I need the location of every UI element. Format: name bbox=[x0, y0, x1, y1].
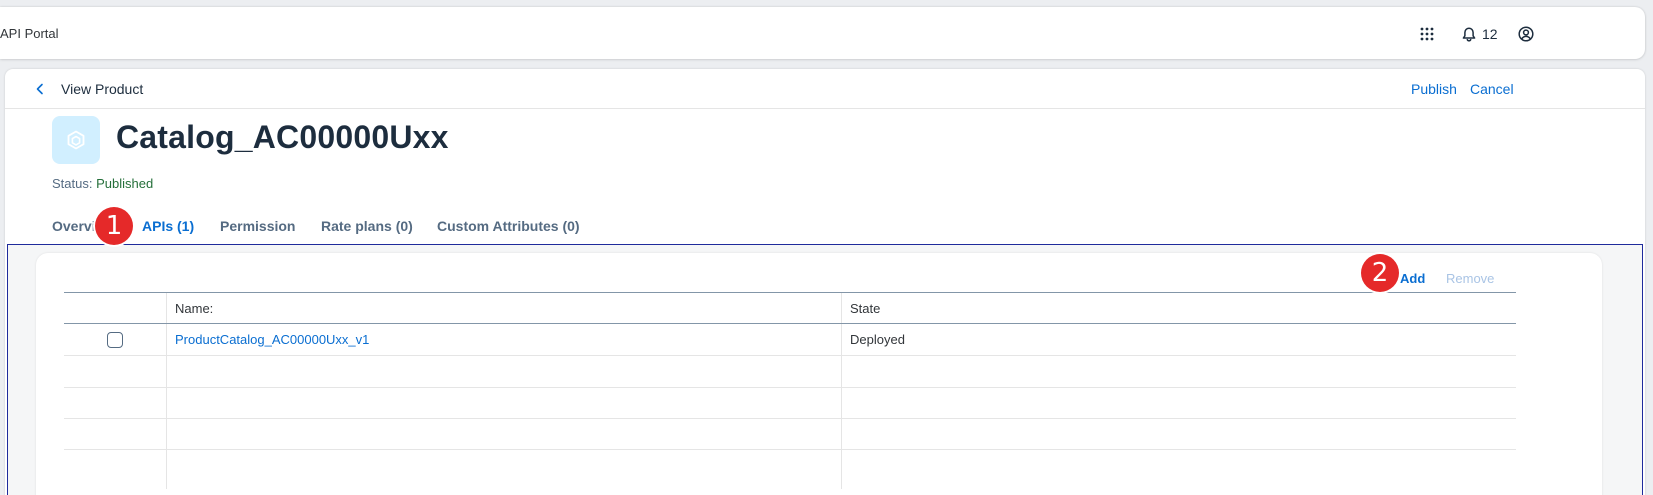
empty-table-row bbox=[64, 418, 1516, 450]
name-cell: ProductCatalog_AC00000Uxx_v1 bbox=[167, 324, 842, 355]
bell-icon bbox=[1462, 26, 1476, 42]
apis-section: Add Remove Name: State ProductCatalog_AC… bbox=[7, 244, 1643, 495]
api-name-link[interactable]: ProductCatalog_AC00000Uxx_v1 bbox=[175, 332, 369, 347]
user-icon bbox=[1518, 26, 1534, 42]
app-title: API Portal bbox=[0, 26, 59, 41]
empty-cell bbox=[167, 387, 842, 418]
table-row[interactable]: ProductCatalog_AC00000Uxx_v1 Deployed bbox=[64, 324, 1516, 356]
status-label: Status: bbox=[52, 176, 93, 191]
empty-cell bbox=[842, 449, 1516, 489]
table-header-row: Name: State bbox=[64, 292, 1516, 324]
row-select-cell bbox=[64, 324, 167, 355]
empty-cell bbox=[64, 418, 167, 449]
remove-button[interactable]: Remove bbox=[1446, 271, 1494, 286]
select-column-header bbox=[64, 293, 167, 323]
empty-cell bbox=[64, 387, 167, 418]
row-checkbox[interactable] bbox=[107, 331, 123, 348]
apis-table-card: Add Remove Name: State ProductCatalog_AC… bbox=[36, 253, 1602, 495]
callout-badge-1: 1 bbox=[95, 207, 133, 245]
empty-table-row bbox=[64, 449, 1516, 489]
status-value: Published bbox=[96, 176, 154, 191]
profile-button[interactable] bbox=[1518, 24, 1534, 44]
column-header-name[interactable]: Name: bbox=[167, 293, 842, 323]
tab-custom-attributes[interactable]: Custom Attributes (0) bbox=[437, 218, 580, 234]
empty-cell bbox=[842, 418, 1516, 449]
tab-rate-plans[interactable]: Rate plans (0) bbox=[321, 218, 413, 234]
chevron-left-icon bbox=[36, 83, 43, 95]
publish-button[interactable]: Publish bbox=[1411, 81, 1457, 97]
cancel-button[interactable]: Cancel bbox=[1470, 81, 1514, 97]
tab-apis[interactable]: APIs (1) bbox=[142, 218, 194, 234]
product-icon bbox=[52, 116, 100, 164]
state-cell: Deployed bbox=[850, 332, 905, 347]
callout-badge-2: 2 bbox=[1361, 254, 1399, 292]
tab-permission[interactable]: Permission bbox=[220, 218, 295, 234]
grid-icon bbox=[1420, 27, 1434, 41]
notifications-button[interactable]: 12 bbox=[1462, 24, 1498, 44]
product-title: Catalog_AC00000Uxx bbox=[116, 119, 449, 155]
back-button[interactable] bbox=[32, 81, 48, 97]
shell-bar: API Portal 12 bbox=[0, 7, 1645, 59]
add-button[interactable]: Add bbox=[1400, 271, 1425, 286]
status-line: Status: Published bbox=[52, 176, 153, 191]
empty-table-row bbox=[64, 387, 1516, 419]
empty-cell bbox=[842, 387, 1516, 418]
apps-button[interactable] bbox=[1420, 24, 1434, 44]
empty-table-row bbox=[64, 356, 1516, 388]
page-header: View Product Publish Cancel bbox=[5, 69, 1645, 109]
column-header-state[interactable]: State bbox=[842, 293, 1516, 323]
page-heading: View Product bbox=[61, 81, 144, 97]
empty-cell bbox=[64, 449, 167, 489]
cube-icon bbox=[67, 130, 85, 150]
empty-cell bbox=[64, 356, 167, 387]
empty-cell bbox=[167, 356, 842, 387]
empty-cell bbox=[167, 449, 842, 489]
empty-cell bbox=[167, 418, 842, 449]
notification-count: 12 bbox=[1482, 26, 1498, 42]
empty-cell bbox=[842, 356, 1516, 387]
product-page: View Product Publish Cancel Catalog_AC00… bbox=[5, 69, 1645, 495]
